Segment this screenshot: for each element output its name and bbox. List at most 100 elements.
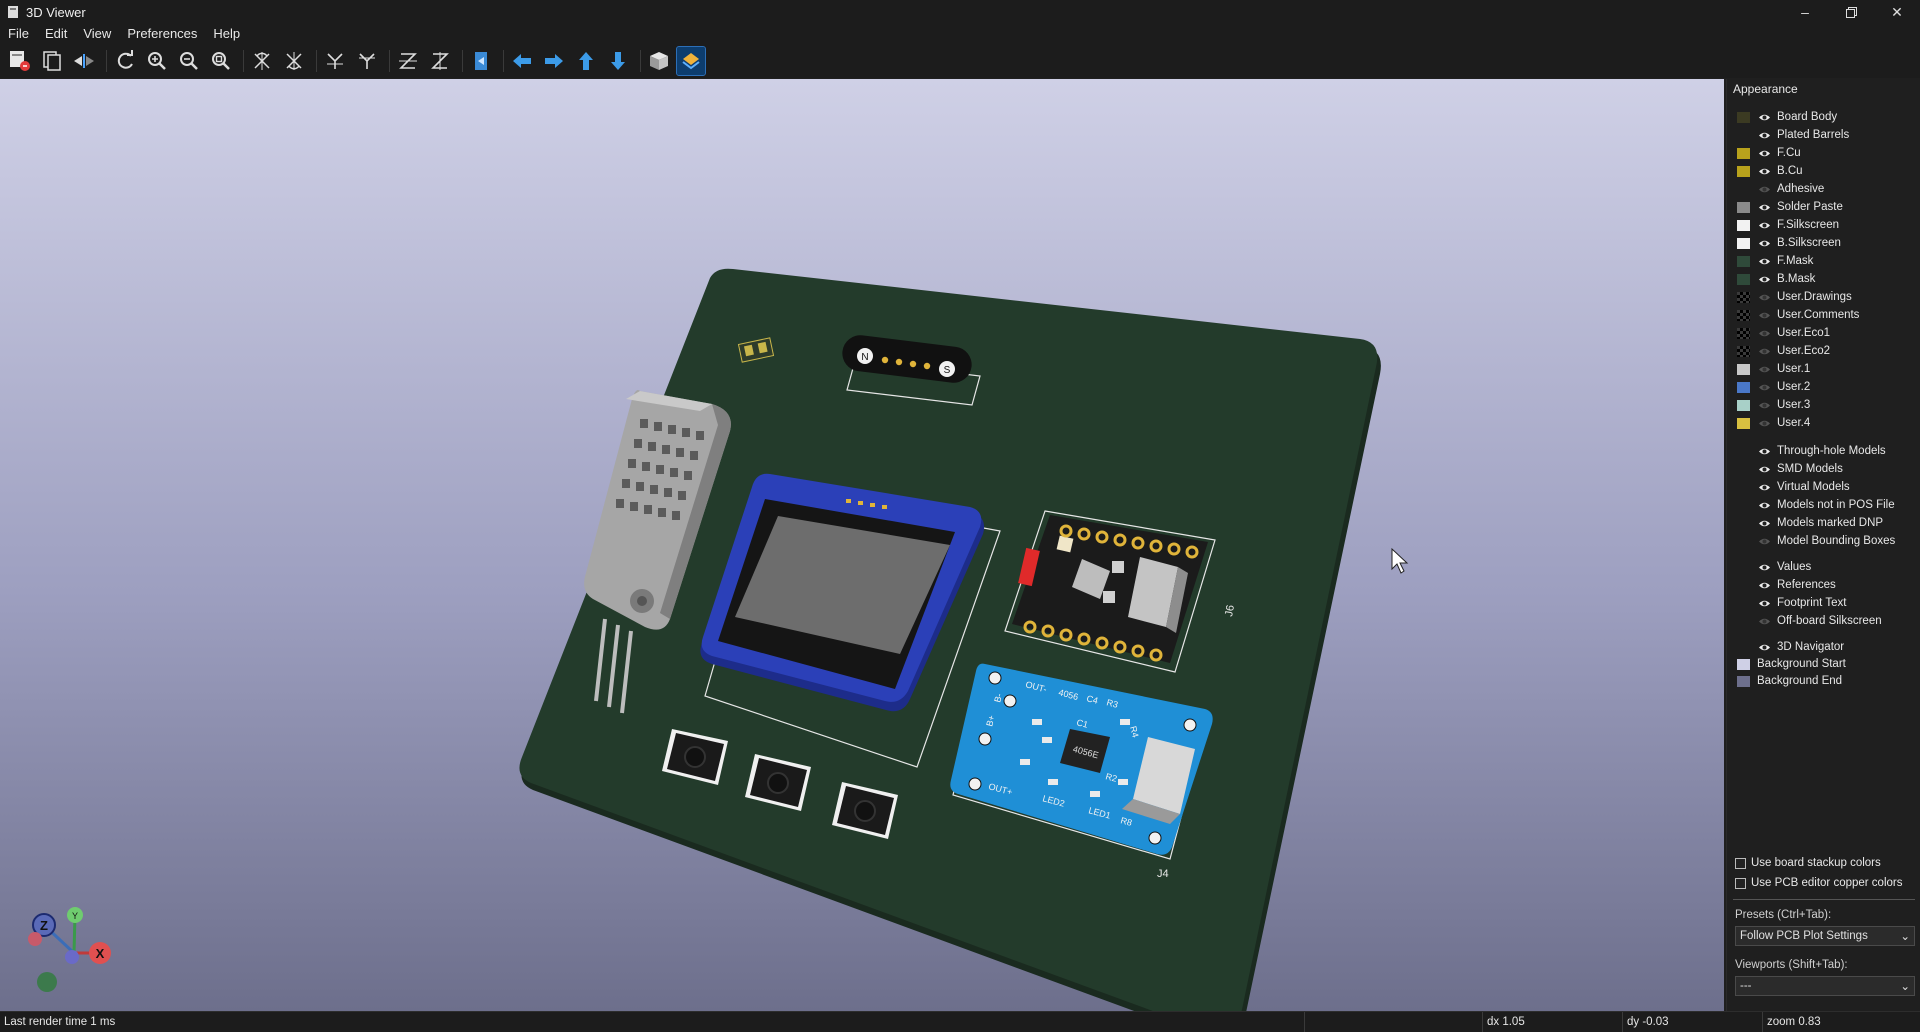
layer-row-models-not-in-pos-file[interactable]: Models not in POS File [1737,497,1895,513]
zoom-fit-icon[interactable] [207,47,235,75]
eye-open-icon[interactable] [1757,148,1771,159]
presets-dropdown[interactable]: Follow PCB Plot Settings ⌄ [1735,926,1915,946]
flip-board-icon[interactable] [70,47,98,75]
eye-open-icon[interactable] [1757,256,1771,267]
move-up-icon[interactable] [572,47,600,75]
layer-row-plated-barrels[interactable]: Plated Barrels [1737,127,1849,143]
eye-open-icon[interactable] [1757,202,1771,213]
layer-row-user-eco2[interactable]: User.Eco2 [1737,343,1830,359]
copy-image-icon[interactable] [38,47,66,75]
eye-open-icon[interactable] [1757,580,1771,591]
color-swatch[interactable] [1737,309,1750,321]
layer-row-model-bounding-boxes[interactable]: Model Bounding Boxes [1737,533,1895,549]
layer-row-b-silkscreen[interactable]: B.Silkscreen [1737,235,1841,251]
nav-axis-neg-x-icon[interactable] [28,932,42,946]
layer-row-user-drawings[interactable]: User.Drawings [1737,289,1852,305]
color-swatch[interactable] [1737,130,1750,141]
eye-open-icon[interactable] [1757,274,1771,285]
layer-row-solder-paste[interactable]: Solder Paste [1737,199,1843,215]
eye-closed-icon[interactable] [1757,536,1771,547]
color-swatch[interactable] [1737,616,1750,627]
menu-help[interactable]: Help [205,24,248,44]
checkbox-box[interactable] [1735,877,1746,889]
layer-row-board-body[interactable]: Board Body [1737,109,1837,125]
eye-open-icon[interactable] [1757,112,1771,123]
color-swatch[interactable] [1737,417,1750,429]
rotate-y-ccw-icon[interactable] [353,47,381,75]
layer-row-virtual-models[interactable]: Virtual Models [1737,479,1850,495]
reload-icon[interactable] [111,47,139,75]
eye-open-icon[interactable] [1757,130,1771,141]
eye-closed-icon[interactable] [1757,400,1771,411]
color-swatch[interactable] [1737,201,1750,213]
eye-open-icon[interactable] [1757,220,1771,231]
eye-closed-icon[interactable] [1757,310,1771,321]
color-swatch[interactable] [1737,111,1750,123]
reset-view-icon[interactable] [467,47,495,75]
layer-row-user-4[interactable]: User.4 [1737,415,1810,431]
zoom-in-icon[interactable] [143,47,171,75]
color-swatch[interactable] [1737,464,1750,475]
eye-open-icon[interactable] [1757,562,1771,573]
layer-row-user-3[interactable]: User.3 [1737,397,1810,413]
layer-row-b-mask[interactable]: B.Mask [1737,271,1815,287]
eye-open-icon[interactable] [1757,518,1771,529]
color-swatch[interactable] [1737,184,1750,195]
color-swatch[interactable] [1737,255,1750,267]
color-swatch[interactable] [1737,165,1750,177]
eye-closed-icon[interactable] [1757,292,1771,303]
color-swatch[interactable] [1737,381,1750,393]
color-swatch[interactable] [1737,363,1750,375]
color-swatch[interactable] [1737,562,1750,573]
menu-view[interactable]: View [75,24,119,44]
minimize-icon[interactable]: – [1782,0,1828,24]
rotate-x-ccw-icon[interactable] [280,47,308,75]
eye-open-icon[interactable] [1757,166,1771,177]
layer-row-values[interactable]: Values [1737,559,1811,575]
eye-open-icon[interactable] [1757,598,1771,609]
color-swatch[interactable] [1737,219,1750,231]
color-swatch[interactable] [1737,598,1750,609]
layer-row-f-mask[interactable]: F.Mask [1737,253,1813,269]
layers-manager-icon[interactable] [676,46,706,76]
move-down-icon[interactable] [604,47,632,75]
eye-open-icon[interactable] [1757,238,1771,249]
3d-navigator[interactable]: Z Y X [28,907,111,992]
nav-axis-neg-z-icon[interactable] [65,950,79,964]
color-swatch[interactable] [1737,399,1750,411]
layer-row-background-start[interactable]: Background Start [1737,656,1846,672]
eye-open-icon[interactable] [1757,464,1771,475]
rotate-x-cw-icon[interactable] [248,47,276,75]
use-board-stackup-colors-checkbox[interactable]: Use board stackup colors [1735,855,1881,871]
color-swatch[interactable] [1737,327,1750,339]
eye-open-icon[interactable] [1757,642,1771,653]
render-raytracing-icon[interactable] [6,47,34,75]
rotate-z-ccw-icon[interactable] [426,47,454,75]
orthographic-icon[interactable] [645,47,673,75]
color-swatch[interactable] [1737,658,1750,670]
menu-edit[interactable]: Edit [37,24,75,44]
eye-closed-icon[interactable] [1757,418,1771,429]
color-swatch[interactable] [1737,500,1750,511]
color-swatch[interactable] [1737,580,1750,591]
layer-row-references[interactable]: References [1737,577,1836,593]
layer-row-f-silkscreen[interactable]: F.Silkscreen [1737,217,1839,233]
zoom-out-icon[interactable] [175,47,203,75]
layer-row-3d-navigator[interactable]: 3D Navigator [1737,639,1844,655]
checkbox-box[interactable] [1735,857,1746,869]
layer-row-models-marked-dnp[interactable]: Models marked DNP [1737,515,1883,531]
layer-row-f-cu[interactable]: F.Cu [1737,145,1801,161]
color-swatch[interactable] [1737,642,1750,653]
eye-closed-icon[interactable] [1757,184,1771,195]
move-right-icon[interactable] [540,47,568,75]
eye-closed-icon[interactable] [1757,382,1771,393]
layer-row-user-eco1[interactable]: User.Eco1 [1737,325,1830,341]
eye-closed-icon[interactable] [1757,364,1771,375]
color-swatch[interactable] [1737,147,1750,159]
rotate-z-cw-icon[interactable] [394,47,422,75]
layer-row-footprint-text[interactable]: Footprint Text [1737,595,1846,611]
viewports-dropdown[interactable]: --- ⌄ [1735,976,1915,996]
layer-row-user-2[interactable]: User.2 [1737,379,1810,395]
rotate-y-cw-icon[interactable] [321,47,349,75]
layer-row-user-1[interactable]: User.1 [1737,361,1810,377]
